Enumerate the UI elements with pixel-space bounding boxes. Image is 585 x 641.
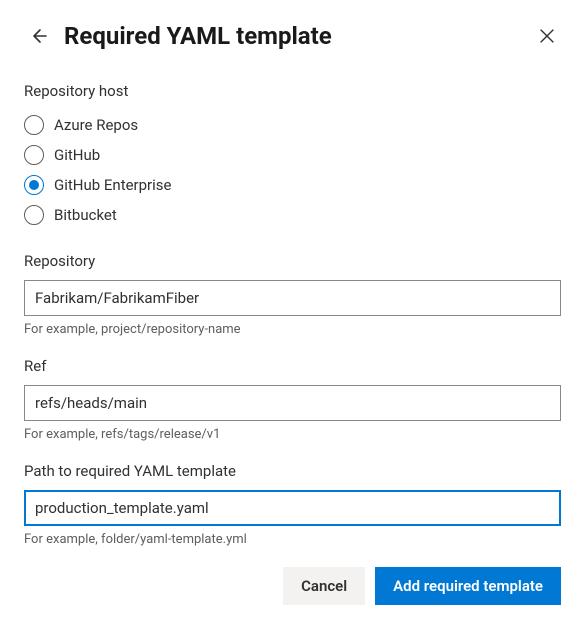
path-hint: For example, folder/yaml-template.yml [24,532,561,547]
back-button[interactable] [24,22,52,50]
dialog-header: Required YAML template [24,22,561,50]
path-field: Path to required YAML template For examp… [24,462,561,547]
ref-input[interactable] [24,385,561,421]
radio-label: GitHub Enterprise [54,176,172,194]
cancel-button[interactable]: Cancel [283,567,365,605]
repository-field: Repository For example, project/reposito… [24,252,561,337]
close-icon [539,28,555,44]
radio-icon-checked [24,175,44,195]
radio-icon [24,115,44,135]
button-row: Cancel Add required template [24,567,561,605]
arrow-left-icon [28,26,48,46]
radio-label: Azure Repos [54,116,138,134]
repository-input[interactable] [24,280,561,316]
add-required-template-button[interactable]: Add required template [375,567,561,605]
radio-azure-repos[interactable]: Azure Repos [24,110,561,140]
ref-field: Ref For example, refs/tags/release/v1 [24,357,561,442]
dialog-title: Required YAML template [64,22,533,50]
repository-label: Repository [24,252,561,270]
host-label: Repository host [24,82,561,100]
radio-icon [24,145,44,165]
radio-icon [24,205,44,225]
close-button[interactable] [533,22,561,50]
radio-github-enterprise[interactable]: GitHub Enterprise [24,170,561,200]
ref-label: Ref [24,357,561,375]
radio-bitbucket[interactable]: Bitbucket [24,200,561,230]
host-radio-group: Azure Repos GitHub GitHub Enterprise Bit… [24,110,561,230]
ref-hint: For example, refs/tags/release/v1 [24,427,561,442]
path-input[interactable] [24,490,561,526]
radio-github[interactable]: GitHub [24,140,561,170]
path-label: Path to required YAML template [24,462,561,480]
radio-label: GitHub [54,146,100,164]
repository-hint: For example, project/repository-name [24,322,561,337]
radio-label: Bitbucket [54,206,117,224]
